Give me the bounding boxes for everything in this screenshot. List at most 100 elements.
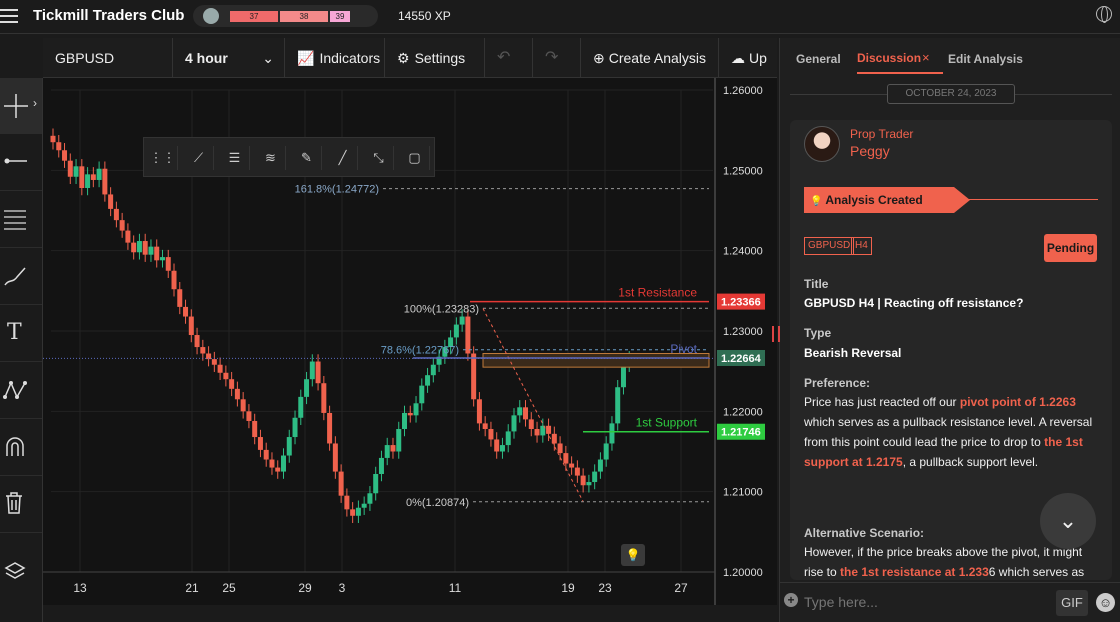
fib-icon[interactable]: ☰ xyxy=(220,146,250,170)
y-tick-label: 1.25000 xyxy=(723,165,763,177)
candle-body xyxy=(355,507,361,516)
analysis-created-banner: 💡 Analysis Created xyxy=(804,187,970,213)
candle-body xyxy=(257,437,263,450)
candle-body xyxy=(499,445,505,452)
price-chart[interactable]: 1.26000 1.25000 1.24000 1.23000 1.22000 1.210… xyxy=(43,78,777,605)
pref-text-3: , a pullback support level. xyxy=(902,455,1039,469)
magnet-icon xyxy=(6,437,24,456)
close-tab-icon[interactable]: × xyxy=(922,50,930,65)
trendline-icon[interactable]: ⟋ xyxy=(184,146,214,170)
candle-body xyxy=(603,443,609,460)
message-composer: + GIF ☺ xyxy=(780,582,1120,622)
candle-body xyxy=(620,364,626,388)
rectangle-icon[interactable]: ▢ xyxy=(400,146,430,170)
candle-body xyxy=(62,150,68,161)
expand-arrow-icon[interactable]: › xyxy=(33,96,37,110)
candle-body xyxy=(85,174,91,189)
drawing-toolbar: ⋮⋮ ⟋ ☰ ≋ ✎ ╱ ⤡ ▢ xyxy=(143,137,435,177)
settings-label: Settings xyxy=(414,50,466,66)
add-attachment-icon[interactable]: + xyxy=(784,593,798,607)
redo-button[interactable]: ↷ xyxy=(533,38,581,78)
x-tick-label: 25 xyxy=(222,581,236,595)
crosshair-tool[interactable]: › xyxy=(0,78,42,134)
line-icon[interactable]: ╱ xyxy=(328,146,358,170)
tag-symbol: GBPUSD xyxy=(804,237,855,255)
price-badge-label: 1.23366 xyxy=(721,297,761,309)
tab-edit-analysis[interactable]: Edit Analysis xyxy=(948,52,1023,66)
candle-body xyxy=(200,347,206,354)
candle-body xyxy=(125,230,131,243)
brush-icon xyxy=(4,267,26,286)
candle-body xyxy=(159,257,165,261)
emoji-icon[interactable]: ☺ xyxy=(1096,593,1115,612)
text-tool[interactable]: T xyxy=(0,306,42,362)
create-analysis-label: Create Analysis xyxy=(608,50,707,66)
candle-body xyxy=(597,459,603,472)
active-tab-indicator xyxy=(857,72,943,74)
x-tick-label: 13 xyxy=(73,581,87,595)
symbol-selector[interactable]: GBPUSD xyxy=(43,38,173,78)
gif-button[interactable]: GIF xyxy=(1056,590,1088,616)
upload-button[interactable]: ☁ Up xyxy=(719,38,777,78)
timeframe-dropdown[interactable]: 4 hour ⌄ xyxy=(173,38,285,78)
channel-icon[interactable]: ≋ xyxy=(256,146,286,170)
candle-body xyxy=(563,453,569,464)
alternative-text: However, if the price breaks above the p… xyxy=(804,542,1094,580)
level-label: Pivot xyxy=(670,342,697,356)
crosshair-icon xyxy=(4,94,28,118)
candle-body xyxy=(350,509,356,516)
y-tick-label: 1.24000 xyxy=(723,246,763,258)
globe-icon[interactable] xyxy=(1096,6,1112,23)
fib-tool[interactable] xyxy=(0,192,42,248)
candle-body xyxy=(430,364,436,376)
y-tick-label: 1.21000 xyxy=(723,487,763,499)
level-label: 1st Resistance xyxy=(618,286,697,300)
pattern-tool[interactable] xyxy=(0,363,42,419)
brush-tool[interactable] xyxy=(0,249,42,305)
x-tick-label: 23 xyxy=(598,581,612,595)
candle-body xyxy=(188,316,194,336)
message-input[interactable] xyxy=(804,589,1044,615)
candle-body xyxy=(280,455,286,472)
banner-label: Analysis Created xyxy=(825,193,923,207)
candle-body xyxy=(50,135,56,143)
lightbulb-icon[interactable]: 💡 xyxy=(621,544,645,566)
line-tool[interactable] xyxy=(0,135,42,191)
scroll-down-button[interactable]: ⌄ xyxy=(1040,493,1096,549)
plus-circle-icon: ⊕ xyxy=(593,50,605,66)
drag-handle-icon[interactable]: ⋮⋮ xyxy=(148,146,178,170)
undo-button[interactable]: ↶ xyxy=(485,38,533,78)
candle-body xyxy=(459,316,465,325)
trash-icon xyxy=(6,492,22,514)
candle-body xyxy=(298,396,304,418)
pref-text-1: Price has just reacted off our xyxy=(804,395,960,409)
tab-discussion[interactable]: Discussion xyxy=(857,51,921,65)
candle-body xyxy=(263,449,269,460)
candle-body xyxy=(528,419,534,430)
candle-body xyxy=(165,257,171,271)
upload-label: Up xyxy=(749,50,767,66)
create-analysis-button[interactable]: ⊕ Create Analysis xyxy=(581,38,719,78)
x-tick-label: 29 xyxy=(298,581,312,595)
candle-body xyxy=(315,361,321,384)
user-role: Prop Trader xyxy=(850,127,914,141)
delete-tool[interactable] xyxy=(0,477,42,533)
tab-general[interactable]: General xyxy=(796,52,841,66)
candle-body xyxy=(407,412,413,416)
candle-body xyxy=(402,412,408,430)
candle-body xyxy=(465,316,471,354)
magnet-tool[interactable] xyxy=(0,420,42,476)
layers-tool[interactable] xyxy=(0,548,42,604)
candle-body xyxy=(142,241,148,255)
path-icon[interactable]: ⤡ xyxy=(364,146,394,170)
panel-resize-handle[interactable] xyxy=(772,326,780,342)
candle-body xyxy=(580,475,586,486)
indicators-button[interactable]: 📈 Indicators xyxy=(285,38,385,78)
hamburger-menu-icon[interactable] xyxy=(0,9,18,23)
fib-label: 78.6%(1.22767) xyxy=(381,345,459,357)
candle-body xyxy=(90,174,96,180)
brush-icon[interactable]: ✎ xyxy=(292,146,322,170)
settings-button[interactable]: ⚙ Settings xyxy=(385,38,485,78)
candle-body xyxy=(73,166,79,177)
candle-body xyxy=(511,415,517,432)
